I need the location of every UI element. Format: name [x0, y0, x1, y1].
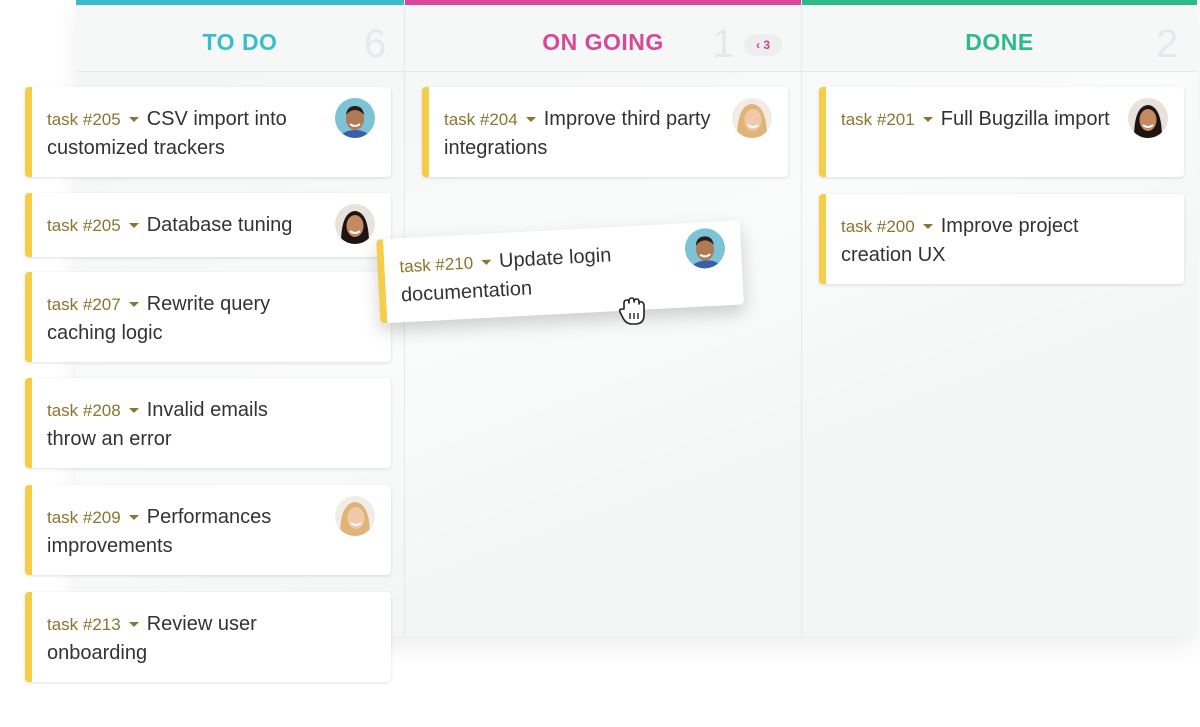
task-id[interactable]: task #200: [841, 217, 915, 236]
task-card[interactable]: task #209 Performances improvements: [25, 485, 391, 575]
task-card-text: task #201 Full Bugzilla import: [841, 105, 1114, 134]
task-id[interactable]: task #205: [47, 216, 121, 235]
caret-down-icon[interactable]: [525, 117, 536, 123]
column-done-header: DONE 2: [802, 5, 1197, 72]
task-id[interactable]: task #208: [47, 401, 121, 420]
task-card-text: task #205 CSV import into customized trac…: [47, 105, 321, 163]
column-todo-title: TO DO: [202, 29, 278, 55]
man-avatar-icon[interactable]: [335, 98, 375, 138]
task-id[interactable]: task #209: [47, 508, 121, 527]
task-card[interactable]: task #213 Review user onboarding: [25, 592, 391, 682]
task-card-text: task #209 Performances improvements: [47, 503, 321, 561]
task-id[interactable]: task #204: [444, 110, 518, 129]
caret-down-icon[interactable]: [128, 223, 139, 229]
woman-blonde-avatar-icon[interactable]: [335, 496, 375, 536]
column-todo-header: TO DO 6: [76, 5, 404, 72]
woman-dark-hair-avatar-icon[interactable]: [1128, 98, 1168, 138]
task-card[interactable]: task #205 Database tuning: [25, 193, 391, 257]
column-done-title: DONE: [965, 29, 1034, 55]
task-title: Update login documentation: [400, 244, 612, 307]
task-card-text: task #205 Database tuning: [47, 211, 321, 240]
wip-limit-badge[interactable]: ‹ 3: [744, 34, 782, 56]
caret-down-icon[interactable]: [128, 117, 139, 123]
task-card[interactable]: task #204 Improve third party integration…: [422, 87, 788, 177]
task-card[interactable]: task #200 Improve project creation UX: [819, 194, 1184, 284]
column-todo-count: 6: [364, 22, 387, 66]
man-avatar-icon[interactable]: [683, 227, 726, 270]
task-card-text: task #200 Improve project creation UX: [841, 212, 1114, 270]
task-id[interactable]: task #210: [399, 254, 474, 277]
task-card[interactable]: task #205 CSV import into customized trac…: [25, 87, 391, 177]
task-card-text: task #204 Improve third party integration…: [444, 105, 718, 163]
column-ongoing-header: ON GOING 1 ‹ 3: [405, 5, 801, 72]
woman-dark-hair-avatar-icon[interactable]: [335, 204, 375, 244]
task-card[interactable]: task #207 Rewrite query caching logic: [25, 272, 391, 362]
grab-cursor-icon: [618, 297, 645, 325]
column-done-count: 2: [1156, 22, 1179, 66]
task-id[interactable]: task #213: [47, 615, 121, 634]
caret-down-icon[interactable]: [128, 408, 139, 414]
caret-down-icon[interactable]: [481, 259, 492, 266]
caret-down-icon[interactable]: [128, 515, 139, 521]
caret-down-icon[interactable]: [128, 622, 139, 628]
task-card[interactable]: task #208 Invalid emails throw an error: [25, 378, 391, 468]
task-id[interactable]: task #201: [841, 110, 915, 129]
caret-down-icon[interactable]: [922, 117, 933, 123]
task-card-text: task #213 Review user onboarding: [47, 610, 321, 668]
task-card[interactable]: task #201 Full Bugzilla import: [819, 87, 1184, 177]
task-title: Database tuning: [146, 214, 293, 236]
column-ongoing-count: 1: [712, 22, 735, 66]
task-card-text: task #207 Rewrite query caching logic: [47, 290, 321, 348]
caret-down-icon[interactable]: [128, 302, 139, 308]
task-card-text: task #208 Invalid emails throw an error: [47, 396, 321, 454]
task-id[interactable]: task #205: [47, 110, 121, 129]
task-title: Full Bugzilla import: [940, 108, 1110, 130]
column-ongoing-title: ON GOING: [542, 29, 664, 55]
task-id[interactable]: task #207: [47, 295, 121, 314]
woman-blonde-avatar-icon[interactable]: [732, 98, 772, 138]
caret-down-icon[interactable]: [922, 224, 933, 230]
